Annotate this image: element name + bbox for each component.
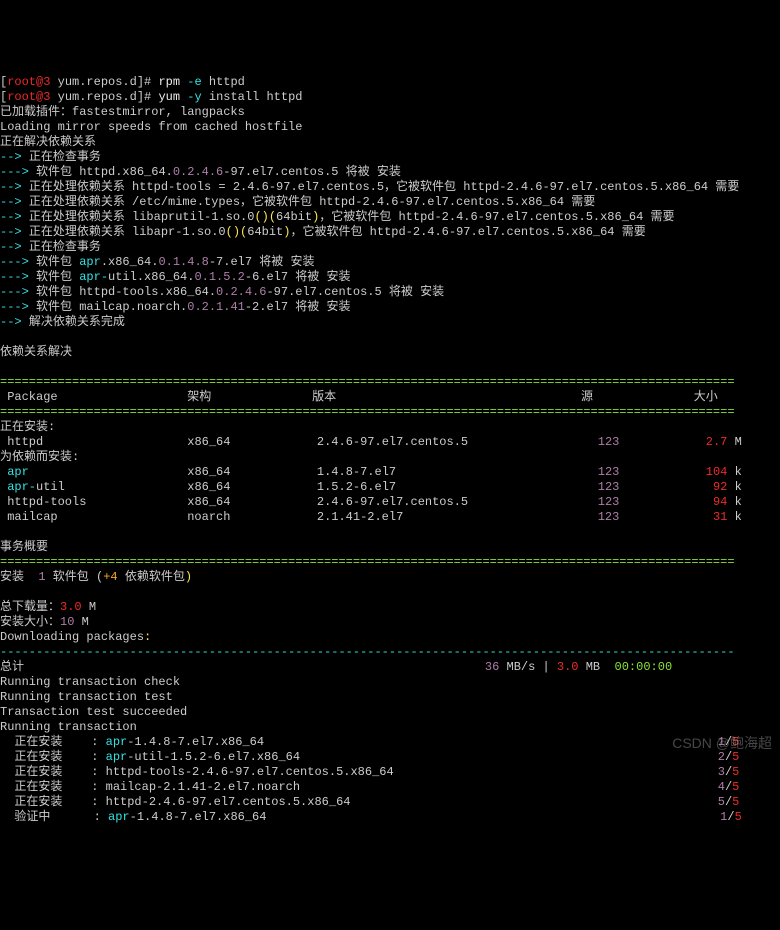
deps-resolved: 依赖关系解决	[0, 345, 72, 359]
trans-summary: 事务概要	[0, 540, 48, 554]
mirror-line: Loading mirror speeds from cached hostfi…	[0, 120, 302, 134]
divider: ========================================…	[0, 375, 735, 389]
trans-test: Running transaction test	[0, 690, 173, 704]
col-arch: 架构	[187, 390, 211, 404]
plugin-line: 已加载插件：fastestmirror, langpacks	[0, 105, 245, 119]
col-size: 大小	[694, 390, 718, 404]
total-label: 总计	[0, 660, 24, 674]
user-host: root@3	[7, 75, 50, 89]
row-httpd-tools: httpd-tools	[0, 495, 86, 509]
for-deps-label: 为依赖而安装:	[0, 450, 79, 464]
terminal-output: [root@3 yum.repos.d]# rpm -e httpd [root…	[0, 60, 780, 825]
resolve-line: 正在解决依赖关系	[0, 135, 96, 149]
col-source: 源	[581, 390, 593, 404]
row-apr: apr	[0, 465, 29, 479]
col-package: Package	[0, 390, 58, 404]
watermark: CSDN @鲍海超	[672, 736, 772, 751]
trans-succeeded: Transaction test succeeded	[0, 705, 187, 719]
trans-check: Running transaction check	[0, 675, 180, 689]
installing-label: 正在安装:	[0, 420, 55, 434]
row-mailcap: mailcap	[0, 510, 58, 524]
row-httpd: httpd	[0, 435, 43, 449]
row-apr-util: apr-	[0, 480, 36, 494]
running-trans: Running transaction	[0, 720, 137, 734]
dash-divider: ----------------------------------------…	[0, 645, 735, 659]
col-version: 版本	[312, 390, 336, 404]
